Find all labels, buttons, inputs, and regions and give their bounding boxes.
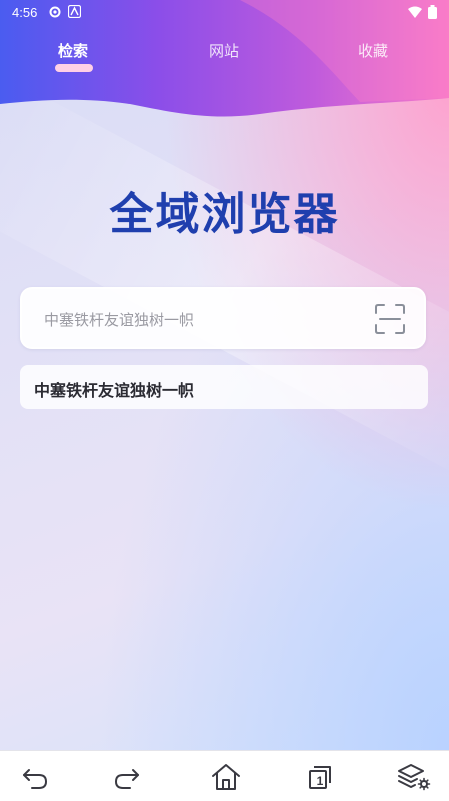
- back-icon[interactable]: [20, 762, 50, 792]
- layers-settings-icon[interactable]: [397, 762, 431, 792]
- search-suggestion[interactable]: 中塞铁杆友谊独树一帜: [20, 365, 428, 409]
- status-bar: 4:56: [0, 0, 449, 26]
- background-light-streak: [0, 77, 449, 483]
- bottom-navigation-bar: 1: [0, 750, 449, 801]
- home-icon[interactable]: [210, 762, 240, 792]
- status-time: 4:56: [12, 5, 38, 20]
- app-notification-icon: [67, 4, 82, 22]
- settings-gear-icon: [48, 5, 62, 23]
- wifi-icon: [408, 6, 422, 22]
- tabs-count: 1: [316, 774, 324, 788]
- battery-icon: [428, 5, 437, 23]
- top-tabs: 检索 网站 收藏: [0, 40, 449, 80]
- suggestion-text: 中塞铁杆友谊独树一帜: [34, 381, 195, 400]
- tabs-icon[interactable]: 1: [305, 762, 335, 792]
- forward-icon[interactable]: [112, 762, 142, 792]
- active-tab-indicator: [55, 64, 93, 72]
- app-title: 全域浏览器: [109, 189, 340, 240]
- scan-icon[interactable]: [374, 303, 406, 339]
- tab-search[interactable]: 检索: [58, 40, 88, 61]
- search-box[interactable]: [20, 287, 426, 349]
- search-input[interactable]: [42, 307, 376, 333]
- tab-favorites[interactable]: 收藏: [358, 40, 388, 61]
- tab-websites[interactable]: 网站: [209, 40, 239, 61]
